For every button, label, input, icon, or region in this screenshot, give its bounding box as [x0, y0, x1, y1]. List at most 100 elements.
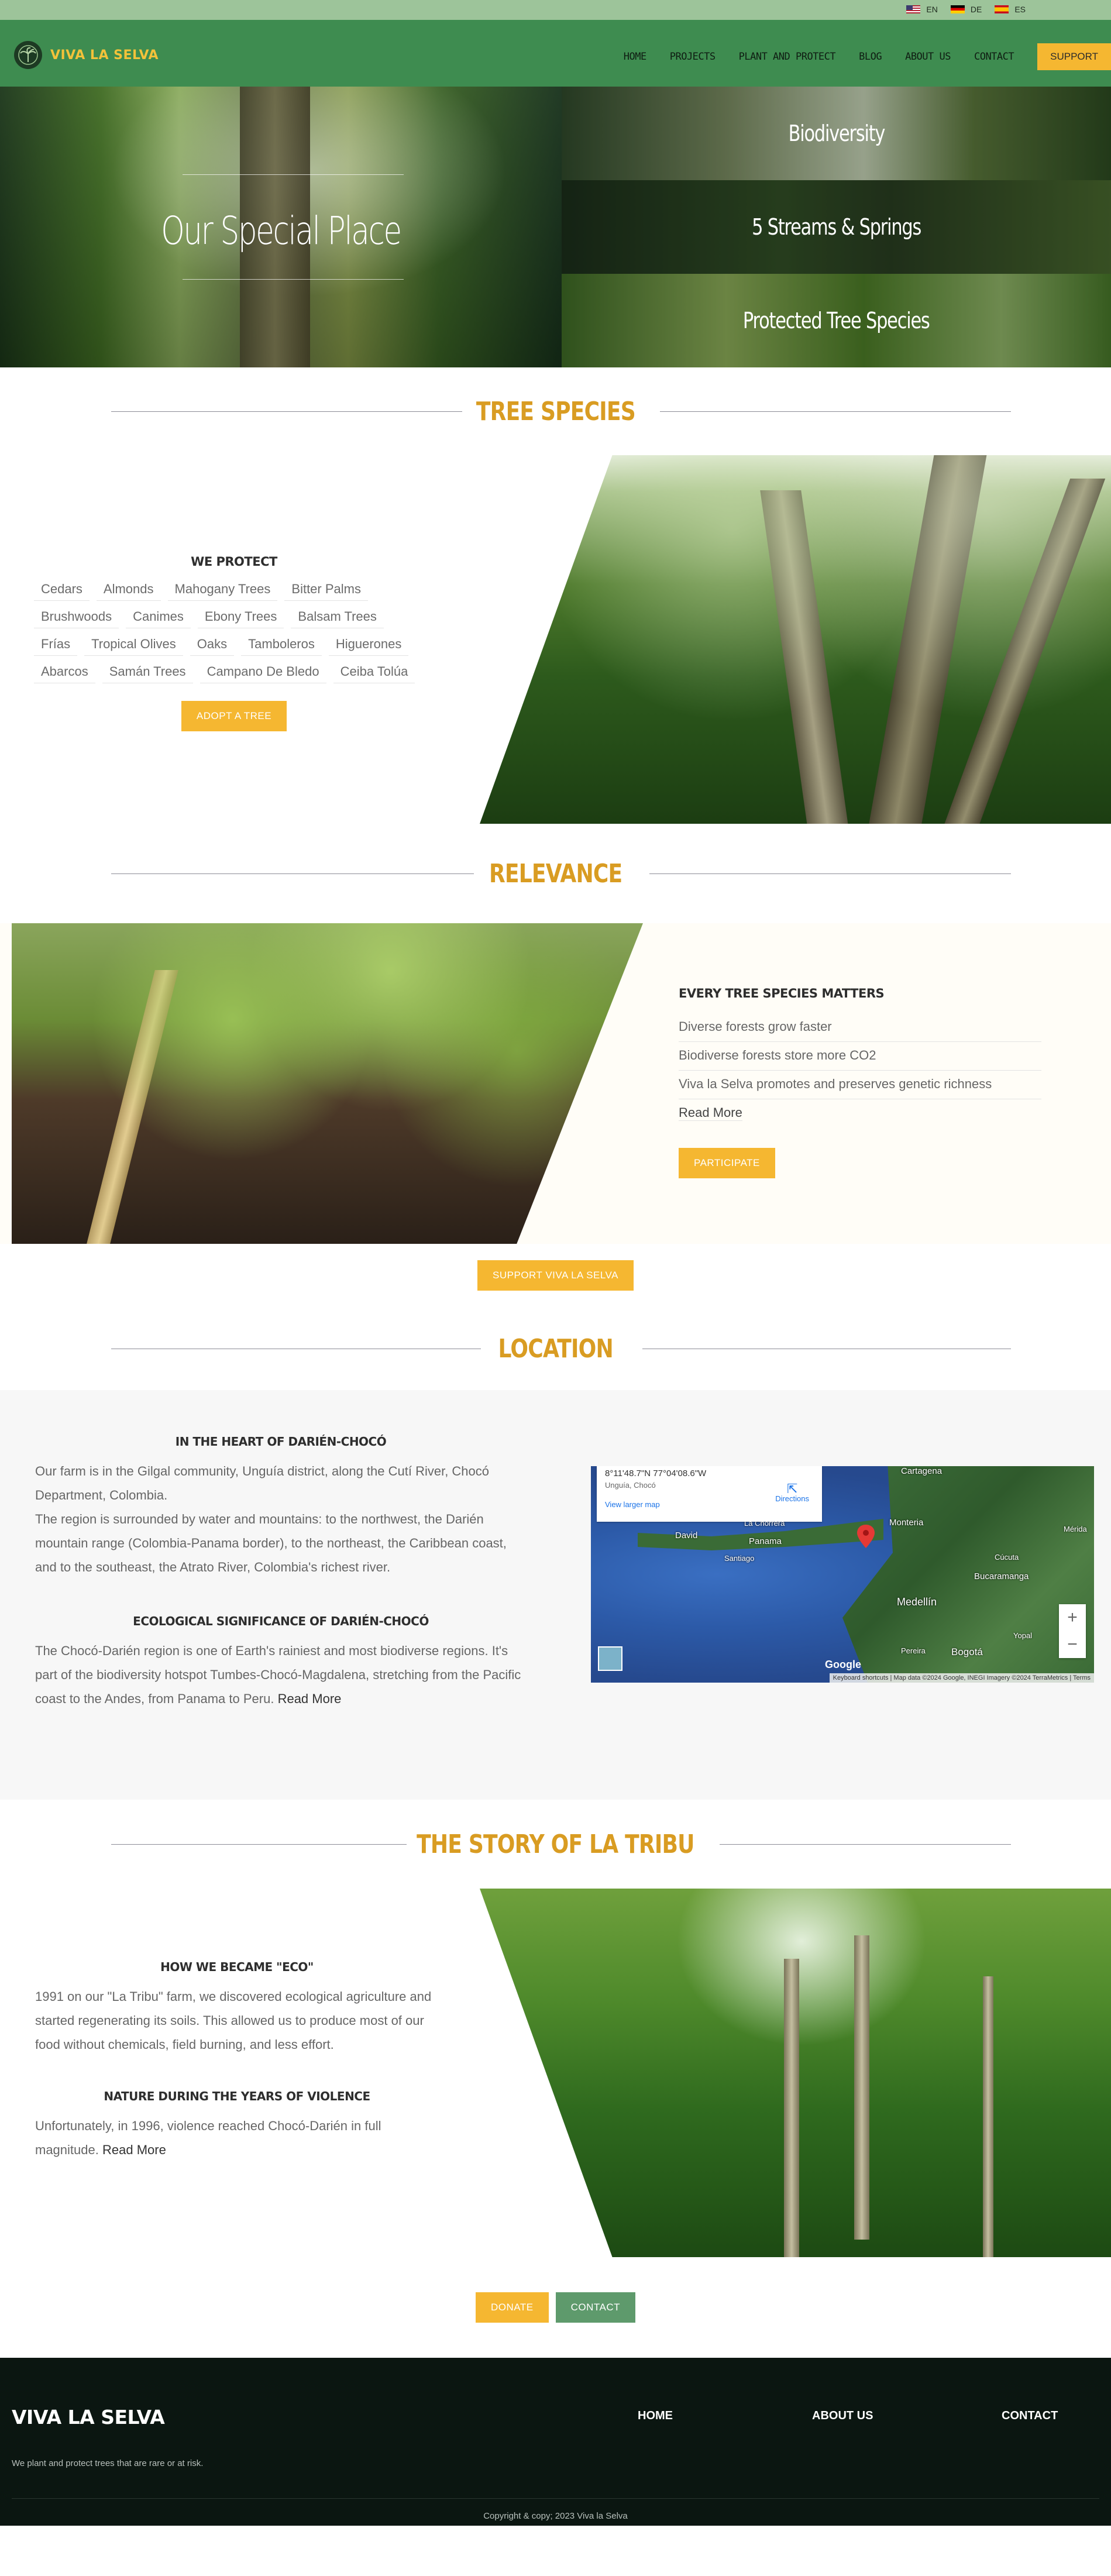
embedded-map[interactable]: David Panama Santiago La Chorrera Cartag…: [591, 1466, 1094, 1683]
section-heading-relevance: RELEVANCE: [479, 858, 632, 889]
species-tag[interactable]: Balsam Trees: [291, 609, 384, 628]
tile-protected-label: Protected Tree Species: [743, 308, 930, 333]
location-read-more-link[interactable]: Read More: [278, 1691, 342, 1706]
story-section: HOW WE BECAME "ECO" 1991 on our "La Trib…: [0, 1889, 1111, 2257]
section-heading-tree-species: TREE SPECIES: [466, 396, 645, 427]
story-text-block: HOW WE BECAME "ECO" 1991 on our "La Trib…: [35, 1960, 439, 2162]
heading-divider: [111, 873, 474, 874]
story-paragraph: 1991 on our "La Tribu" farm, we discover…: [35, 1989, 432, 2052]
tree-species-heading-row: TREE SPECIES: [0, 367, 1111, 455]
support-viva-la-selva-button[interactable]: SUPPORT VIVA LA SELVA: [477, 1260, 634, 1291]
species-tag[interactable]: Brushwoods: [34, 609, 119, 628]
footer-link-about-us[interactable]: ABOUT US: [812, 2409, 873, 2423]
participate-button[interactable]: PARTICIPATE: [679, 1148, 775, 1178]
nature-violence-title: NATURE DURING THE YEARS OF VIOLENCE: [104, 2089, 370, 2103]
forest-canopy-image: [480, 1889, 1111, 2257]
species-tag[interactable]: Tamboleros: [241, 637, 322, 656]
map-city-label: Cúcuta: [995, 1553, 1019, 1562]
species-tag[interactable]: Ebony Trees: [197, 609, 284, 628]
hero-title: Our Special Place: [161, 208, 402, 253]
footer-link-home[interactable]: HOME: [638, 2409, 673, 2423]
relevance-list: Diverse forests grow faster Biodiverse f…: [679, 1013, 1041, 1099]
brand-name: VIVA LA SELVA: [50, 47, 159, 63]
map-city-label: Yopal: [1013, 1631, 1033, 1640]
heading-divider: [649, 873, 1011, 874]
lang-de[interactable]: DE: [950, 5, 982, 14]
map-attribution[interactable]: Keyboard shortcuts | Map data ©2024 Goog…: [829, 1673, 1094, 1683]
tile-streams-label: 5 Streams & Springs: [751, 214, 921, 240]
hero-forest-image: Our Special Place: [0, 87, 562, 367]
species-tag[interactable]: Canimes: [126, 609, 191, 628]
directions-label: Directions: [775, 1494, 809, 1503]
violence-paragraph: Unfortunately, in 1996, violence reached…: [35, 2114, 439, 2162]
site-footer: VIVA LA SELVA We plant and protect trees…: [0, 2358, 1111, 2526]
species-tag[interactable]: Ceiba Tolúa: [333, 664, 415, 683]
map-city-label: Pereira: [901, 1646, 926, 1655]
heading-divider: [720, 1844, 1011, 1845]
map-pin-icon[interactable]: [857, 1525, 875, 1548]
hero-section: Our Special Place Biodiversity 5 Streams…: [0, 87, 1111, 367]
zoom-in-icon[interactable]: +: [1059, 1604, 1086, 1631]
every-tree-matters-title: EVERY TREE SPECIES MATTERS: [679, 986, 885, 1000]
footer-tagline: We plant and protect trees that are rare…: [12, 2458, 204, 2468]
heart-of-darien-title: IN THE HEART OF DARIÉN-CHOCÓ: [175, 1435, 387, 1449]
tile-streams-springs[interactable]: 5 Streams & Springs: [562, 180, 1111, 274]
flag-en-icon: [906, 5, 921, 13]
location-text-block: IN THE HEART OF DARIÉN-CHOCÓ Our farm is…: [35, 1435, 527, 1711]
we-protect-title: WE PROTECT: [191, 555, 277, 569]
species-tag[interactable]: Campano De Bledo: [200, 664, 326, 683]
we-protect-block: WE PROTECT Cedars Almonds Mahogany Trees…: [34, 555, 434, 731]
violence-text: Unfortunately, in 1996, violence reached…: [35, 2118, 381, 2157]
species-tag[interactable]: Samán Trees: [102, 664, 193, 683]
nav-home[interactable]: HOME: [624, 51, 646, 63]
footer-link-contact[interactable]: CONTACT: [1002, 2409, 1058, 2423]
lang-en[interactable]: EN: [906, 5, 938, 14]
ecological-significance-title: ECOLOGICAL SIGNIFICANCE OF DARIÉN-CHOCÓ: [133, 1614, 429, 1628]
canopy-light: [480, 455, 1111, 824]
zoom-out-icon[interactable]: −: [1059, 1631, 1086, 1658]
nav-projects[interactable]: PROJECTS: [670, 51, 716, 63]
tile-biodiversity-label: Biodiversity: [788, 121, 885, 146]
tile-protected-species[interactable]: Protected Tree Species: [562, 274, 1111, 367]
species-tag[interactable]: Tropical Olives: [84, 637, 183, 656]
species-tag[interactable]: Mahogany Trees: [167, 582, 278, 601]
species-tag[interactable]: Frías: [34, 637, 78, 656]
nav-contact[interactable]: CONTACT: [974, 51, 1014, 63]
contact-button[interactable]: CONTACT: [555, 2292, 635, 2323]
species-tag-list: Cedars Almonds Mahogany Trees Bitter Pal…: [34, 582, 434, 683]
lang-es[interactable]: ES: [995, 5, 1026, 14]
map-city-label: Santiago: [724, 1554, 755, 1563]
relevance-read-more-link[interactable]: Read More: [679, 1099, 742, 1121]
story-read-more-link[interactable]: Read More: [102, 2142, 166, 2157]
tall-trees-image: [480, 455, 1111, 824]
species-tag[interactable]: Higuerones: [328, 637, 409, 656]
nav-about-us[interactable]: ABOUT US: [905, 51, 951, 63]
google-logo: Google: [825, 1659, 861, 1670]
species-tag[interactable]: Bitter Palms: [284, 582, 368, 601]
footer-brand: VIVA LA SELVA: [12, 2406, 165, 2429]
nav-plant-and-protect[interactable]: PLANT AND PROTECT: [739, 51, 836, 63]
species-tag[interactable]: Almonds: [96, 582, 161, 601]
map-city-label: David: [675, 1531, 698, 1540]
species-tag[interactable]: Abarcos: [34, 664, 95, 683]
donate-contact-row: DONATE CONTACT: [0, 2257, 1111, 2358]
map-city-label: Monteria: [889, 1518, 924, 1528]
heading-divider: [111, 411, 462, 412]
species-tag[interactable]: Cedars: [34, 582, 90, 601]
nav-blog[interactable]: BLOG: [859, 51, 882, 63]
map-info-card: 8°11'48.7"N 77°04'08.6"W Unguía, Chocó V…: [597, 1466, 822, 1522]
how-we-became-eco-title: HOW WE BECAME "ECO": [160, 1960, 314, 1974]
directions-link[interactable]: ⇱ Directions: [775, 1483, 809, 1504]
street-view-pegman-icon[interactable]: [598, 1646, 622, 1671]
tile-biodiversity[interactable]: Biodiversity: [562, 87, 1111, 180]
tree-species-section: WE PROTECT Cedars Almonds Mahogany Trees…: [0, 455, 1111, 824]
site-logo[interactable]: VIVA LA SELVA: [14, 41, 159, 69]
species-tag[interactable]: Oaks: [190, 637, 235, 656]
story-heading-row: THE STORY OF LA TRIBU: [0, 1800, 1111, 1889]
relevance-heading-row: RELEVANCE: [0, 824, 1111, 923]
ecology-paragraph: The Chocó-Darién region is one of Earth'…: [35, 1639, 527, 1711]
donate-button[interactable]: DONATE: [476, 2292, 549, 2323]
support-button[interactable]: SUPPORT: [1037, 43, 1111, 70]
adopt-a-tree-button[interactable]: ADOPT A TREE: [181, 701, 287, 731]
list-item: Biodiverse forests store more CO2: [679, 1042, 1041, 1071]
